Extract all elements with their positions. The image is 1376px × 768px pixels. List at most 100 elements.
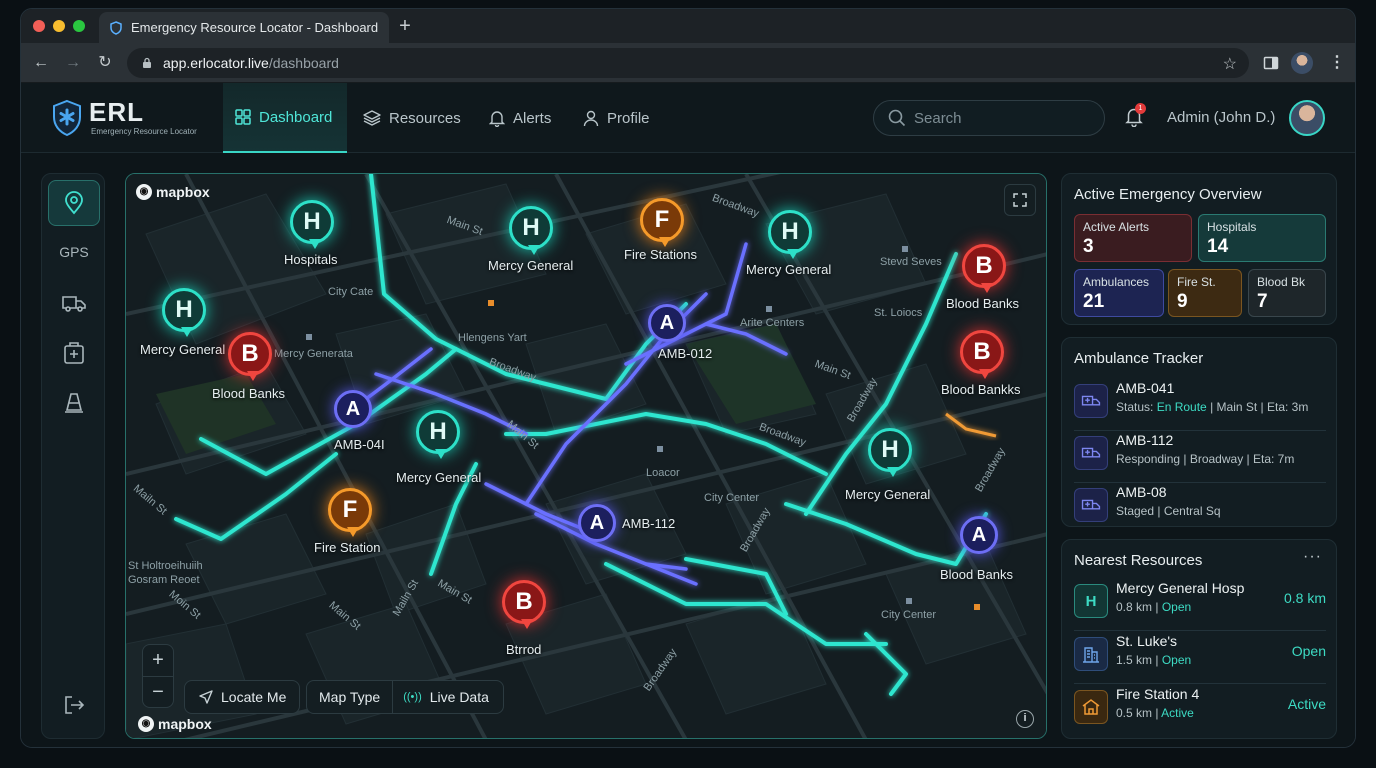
close-window-button[interactable]	[33, 20, 45, 32]
fire-station-marker[interactable]: F	[640, 198, 684, 247]
blood-bank-marker[interactable]: B	[228, 332, 272, 381]
stat-value: 3	[1083, 236, 1094, 257]
rail-gps-button[interactable]	[48, 180, 100, 226]
browser-menu-icon[interactable]: ⋮	[1329, 52, 1345, 72]
street-label: St Holtroeihuiih	[128, 560, 203, 572]
hospital-marker-label: Mercy General	[140, 342, 226, 357]
rail-ambulance-button[interactable]	[48, 280, 100, 326]
nav-tab-alerts[interactable]: Alerts	[489, 83, 551, 153]
ambulance-marker[interactable]: A	[648, 304, 686, 342]
resource-sub: 1.5 km | Open	[1116, 653, 1191, 667]
tracker-unit: AMB-112	[1116, 432, 1174, 448]
maximize-window-button[interactable]	[73, 20, 85, 32]
live-data-button[interactable]: ((•)) Live Data	[393, 689, 499, 705]
nearest-title: Nearest Resources	[1074, 552, 1203, 569]
hospital-marker-label: Hospitals	[284, 252, 338, 267]
rail-cone-button[interactable]	[48, 380, 100, 426]
ambulance-icon	[1081, 447, 1101, 458]
stat-ambulances[interactable]: Ambulances 21	[1074, 269, 1164, 317]
blood-bank-marker-label: Btrrod	[506, 642, 542, 657]
ambulance-icon-box	[1074, 436, 1108, 470]
stat-label: Fire St.	[1177, 275, 1216, 289]
locate-me-button[interactable]: Locate Me	[184, 680, 300, 714]
rail-hospital-button[interactable]	[48, 330, 100, 376]
resource-item[interactable]: Fire Station 4 0.5 km | Active Active	[1074, 682, 1326, 734]
mapbox-logo-icon: ◉	[138, 716, 154, 732]
resource-sep: |	[1152, 653, 1162, 667]
stat-label: Blood Bk	[1257, 275, 1306, 289]
user-name[interactable]: Admin (John D.)	[1167, 109, 1275, 126]
resource-item[interactable]: St. Luke's 1.5 km | Open Open	[1074, 629, 1326, 681]
overview-panel: Active Emergency Overview Active Alerts …	[1061, 173, 1337, 325]
url-path: /dashboard	[268, 55, 339, 71]
hospital-marker[interactable]: H	[509, 206, 553, 255]
zoom-in-button[interactable]: +	[143, 645, 173, 677]
fullscreen-button[interactable]	[1004, 184, 1036, 216]
ambulance-marker[interactable]: A	[334, 390, 372, 428]
minimize-window-button[interactable]	[53, 20, 65, 32]
live-data-label: Live Data	[429, 689, 489, 705]
logout-icon	[65, 696, 85, 714]
fire-station-marker-label: Fire Stations	[624, 247, 697, 262]
search-input[interactable]: Search	[873, 100, 1105, 136]
browser-tab[interactable]: Emergency Resource Locator - Dashboard	[99, 12, 389, 43]
ambulance-marker-label: AMB-04I	[334, 437, 385, 452]
browser-profile-avatar[interactable]	[1291, 52, 1313, 74]
logo-subtitle: Emergency Resource Locator	[91, 127, 197, 136]
nav-tab-profile[interactable]: Profile	[583, 83, 650, 153]
ambulance-icon	[62, 296, 86, 312]
ambulance-marker-label: AMB-012	[658, 346, 713, 361]
nav-tab-resources[interactable]: Resources	[363, 83, 461, 153]
hospital-marker[interactable]: H	[290, 200, 334, 249]
mapbox-attribution: mapbox	[156, 184, 210, 200]
hospital-marker[interactable]: H	[868, 428, 912, 477]
hospital-icon: H	[1074, 584, 1108, 618]
hospital-building-icon	[1083, 647, 1099, 663]
zoom-out-button[interactable]: −	[143, 677, 173, 709]
app-header: ERL Emergency Resource Locator Dashboard…	[21, 83, 1355, 153]
locate-me-label: Locate Me	[221, 689, 287, 705]
rail-gps-label: GPS	[59, 244, 89, 260]
ambulance-marker[interactable]: A	[578, 504, 616, 542]
forward-arrow-icon[interactable]: →	[63, 53, 83, 73]
info-icon[interactable]: i	[1016, 710, 1034, 728]
stat-active-alerts[interactable]: Active Alerts 3	[1074, 214, 1192, 262]
tracker-item[interactable]: AMB-112 Responding | Broadway | Eta: 7m	[1074, 428, 1326, 480]
tracker-status-value: En Route	[1156, 400, 1207, 414]
stat-fire-stations[interactable]: Fire St. 9	[1168, 269, 1242, 317]
user-avatar[interactable]	[1289, 100, 1325, 136]
mapbox-logo-bottom: ◉ mapbox	[138, 716, 212, 732]
back-arrow-icon[interactable]: ←	[31, 53, 51, 73]
bookmark-star-icon[interactable]: ☆	[1223, 54, 1237, 74]
rail-logout-button[interactable]	[48, 682, 100, 728]
street-label: Mercy Generata	[274, 348, 353, 360]
hospital-marker[interactable]: H	[162, 288, 206, 337]
more-options-icon[interactable]: ···	[1303, 548, 1322, 566]
blood-bank-marker[interactable]: B	[962, 244, 1006, 293]
url-field[interactable]: app.erlocator.live/dashboard ☆	[127, 48, 1249, 78]
tracker-title: Ambulance Tracker	[1074, 350, 1204, 367]
resource-item[interactable]: H Mercy General Hosp 0.8 km | Open 0.8 k…	[1074, 576, 1326, 628]
stat-hospitals[interactable]: Hospitals 14	[1198, 214, 1326, 262]
nav-tab-dashboard[interactable]: Dashboard	[223, 83, 347, 153]
fire-station-marker[interactable]: F	[328, 488, 372, 537]
tracker-item[interactable]: AMB-041 Status: En Route | Main St | Eta…	[1074, 376, 1326, 428]
app-root: ERL Emergency Resource Locator Dashboard…	[21, 83, 1355, 747]
map-view[interactable]: Main St Broadway City Cate Mercy Generat…	[125, 173, 1047, 739]
blood-bank-marker[interactable]: B	[502, 580, 546, 629]
map-type-button[interactable]: Map Type	[307, 680, 394, 714]
new-tab-button[interactable]: +	[393, 14, 417, 38]
tracker-item[interactable]: AMB-08 Staged | Central Sq	[1074, 480, 1326, 532]
hospital-marker[interactable]: H	[416, 410, 460, 459]
reload-icon[interactable]: ↻	[95, 53, 115, 73]
hospital-marker-label: Mercy General	[746, 262, 832, 277]
hospital-marker[interactable]: H	[768, 210, 812, 259]
blood-bank-marker[interactable]: B	[960, 330, 1004, 379]
address-bar: ← → ↻ app.erlocator.live/dashboard ☆ ⋮	[21, 43, 1355, 83]
blood-bank-marker-label: Blood Bankks	[941, 382, 1021, 397]
ambulance-marker[interactable]: A	[960, 516, 998, 554]
resource-distance: 1.5 km	[1116, 653, 1153, 667]
stat-blood-banks[interactable]: Blood Bk 7	[1248, 269, 1326, 317]
sidebar-toggle-icon[interactable]	[1263, 55, 1279, 71]
ambulance-icon-box	[1074, 384, 1108, 418]
